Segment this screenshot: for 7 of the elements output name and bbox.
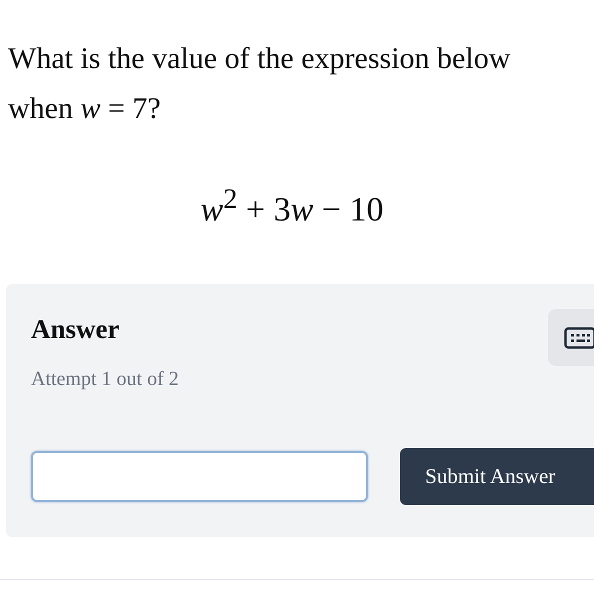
submit-button[interactable]: Submit Answer	[400, 448, 594, 505]
keyboard-icon	[564, 326, 594, 348]
answer-input[interactable]	[31, 451, 368, 502]
attempt-counter: Attempt 1 out of 2	[31, 368, 180, 391]
math-expression: w$^{2}$ + 3w − 10	[200, 184, 384, 230]
answer-title: Answer	[31, 314, 120, 345]
question-text: What is the value of the expression below when w = 7?	[7, 41, 512, 127]
